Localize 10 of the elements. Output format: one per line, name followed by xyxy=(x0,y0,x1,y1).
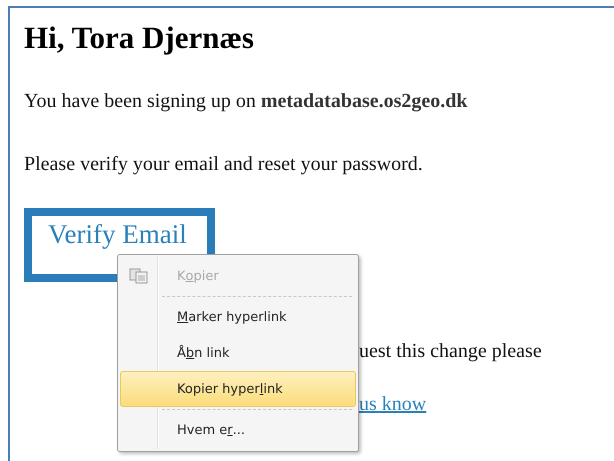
menu-item[interactable]: Marker hyperlink xyxy=(120,299,356,335)
menu-item[interactable]: Kopier hyperlink xyxy=(120,371,356,407)
greeting-heading: Hi, Tora Djernæs xyxy=(24,20,255,56)
signup-text: You have been signing up on metadatabase.os2geo.dk xyxy=(24,90,469,113)
body-text: uest this change please xyxy=(359,340,542,363)
copy-icon xyxy=(129,268,149,284)
let-us-know-link[interactable]: us know xyxy=(359,392,426,416)
menu-item[interactable]: Hvem er... xyxy=(120,412,356,448)
instruction-text: Please verify your email and reset your password. xyxy=(24,153,424,176)
menu-item[interactable]: Åbn link xyxy=(120,335,356,371)
